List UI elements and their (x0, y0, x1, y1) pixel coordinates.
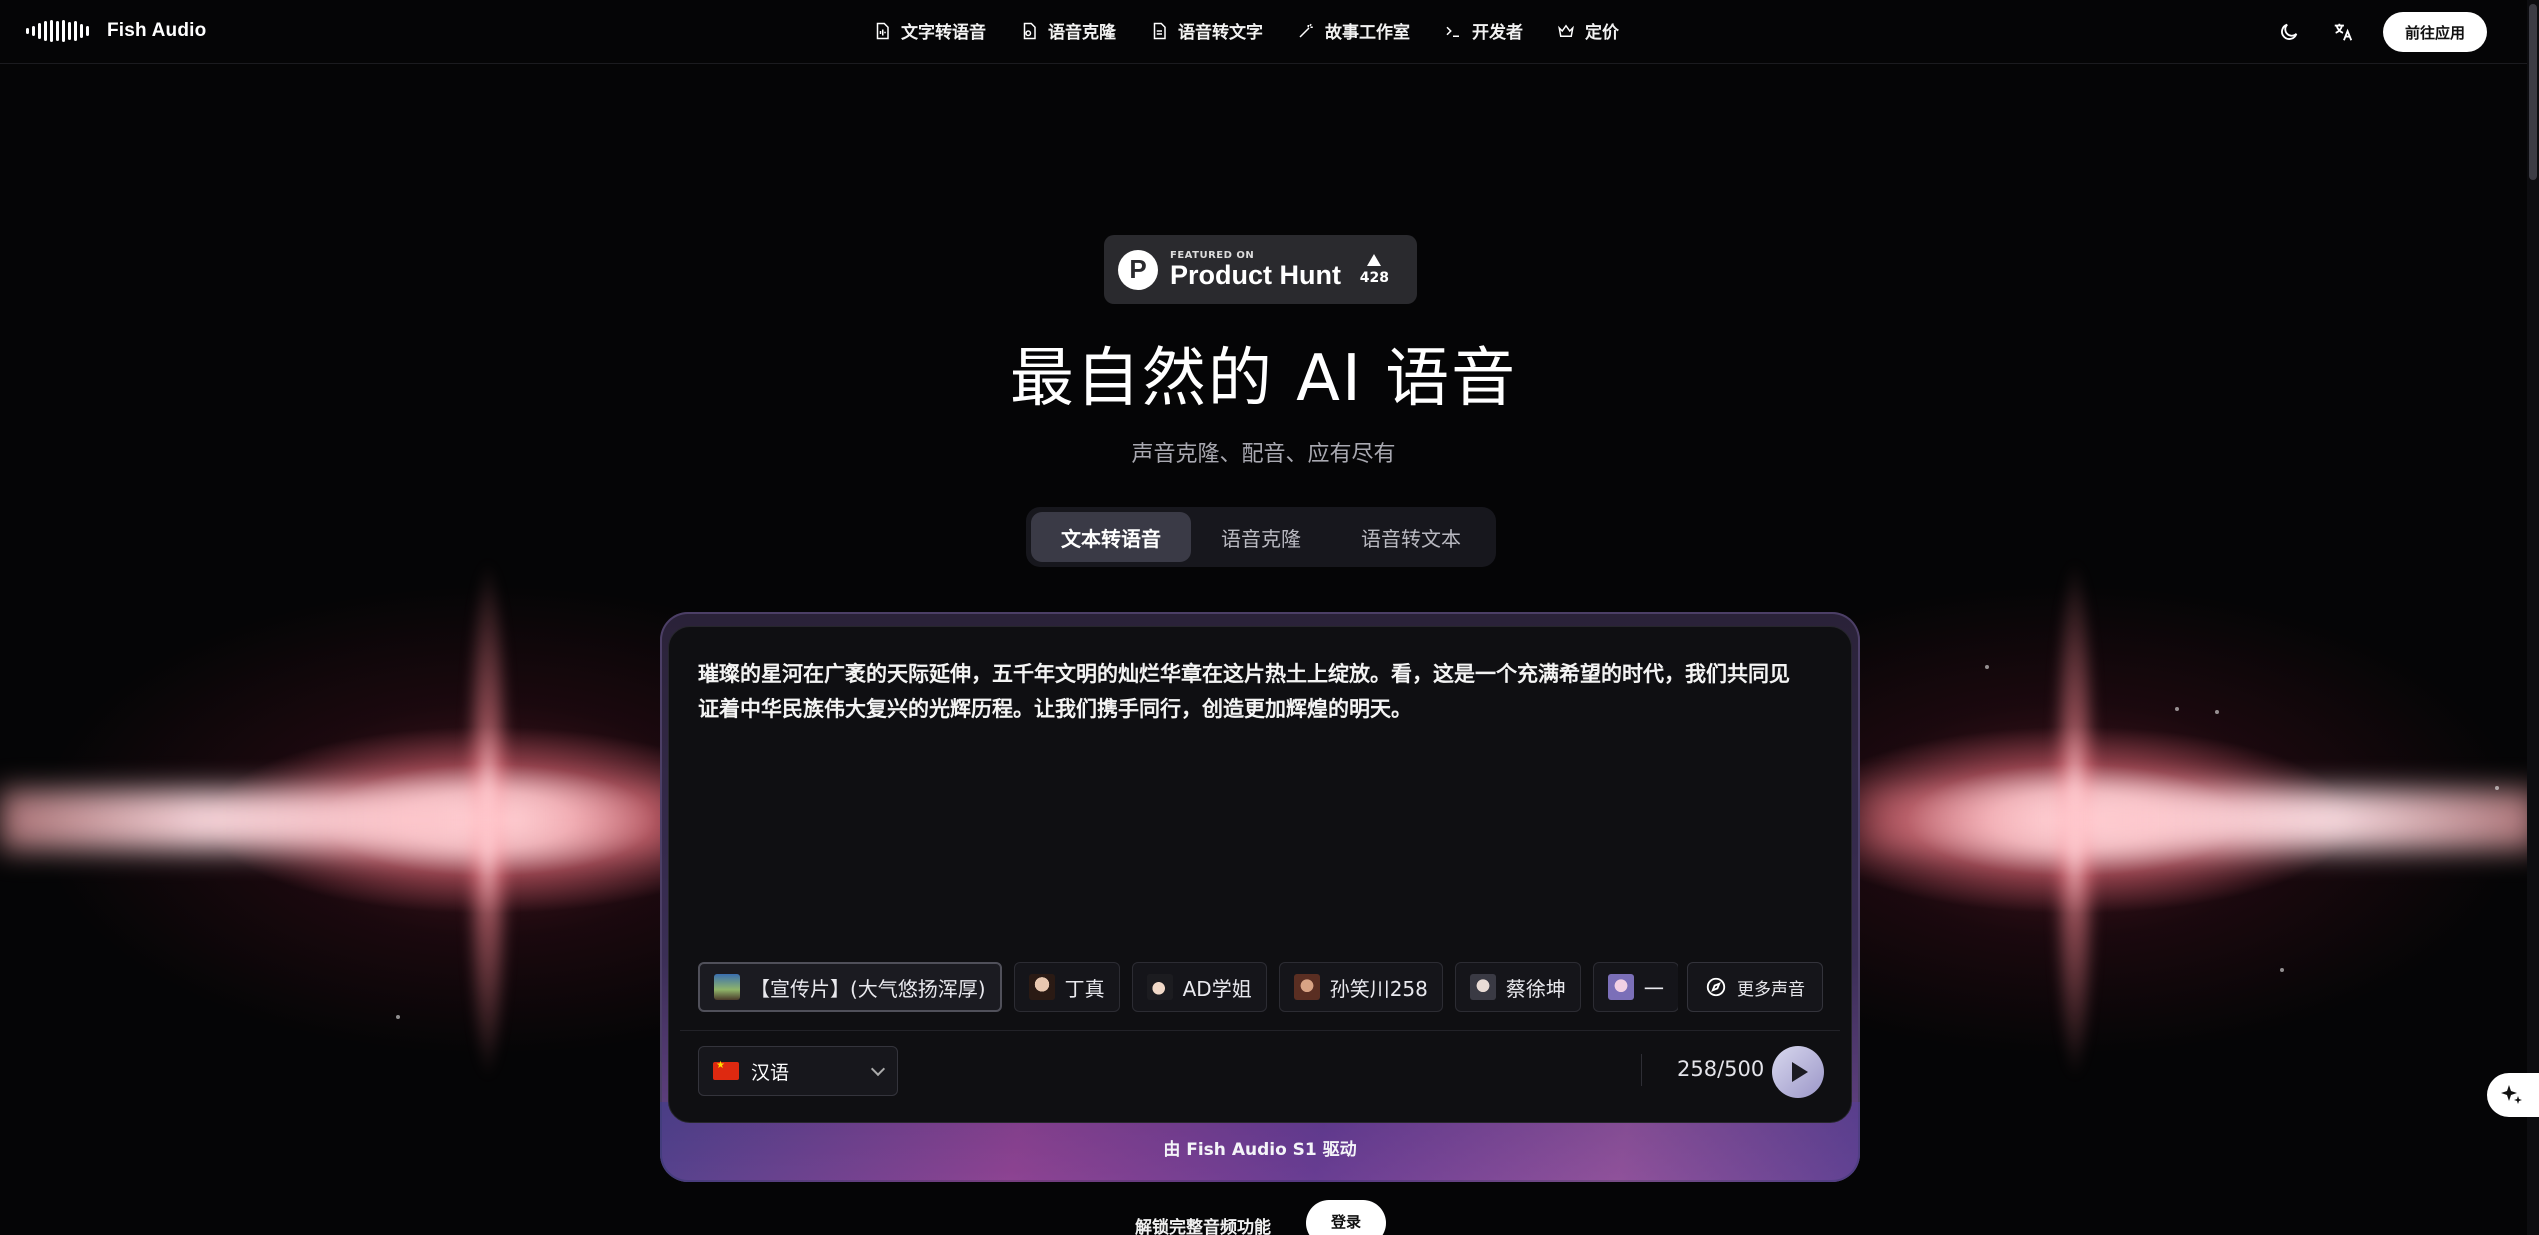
voice-label: 一 (1643, 976, 1664, 1001)
toolbar-divider (1641, 1054, 1642, 1086)
tts-text-input[interactable]: 璀璨的星河在广袤的天际延伸，五千年文明的灿烂华章在这片热土上绽放。看，这是一个充… (698, 657, 1810, 727)
voice-chip[interactable]: AD学姐 (1131, 962, 1267, 1012)
login-button[interactable]: 登录 (1306, 1200, 1386, 1235)
nav-item-developers[interactable]: 开发者 (1444, 18, 1523, 43)
nav-item-text-to-speech[interactable]: 文字转语音 (873, 18, 986, 43)
nav-label: 开发者 (1472, 23, 1523, 43)
product-hunt-badge[interactable]: P FEATURED ON Product Hunt 428 (1104, 235, 1417, 304)
nav-label: 语音克隆 (1048, 23, 1116, 43)
nav-label: 故事工作室 (1325, 23, 1410, 43)
voice-chip[interactable]: 【宣传片】(大气悠扬浑厚) (698, 962, 1002, 1012)
nav-label: 语音转文字 (1178, 23, 1263, 43)
brand-name: Fish Audio (107, 20, 207, 41)
document-audio-icon (876, 22, 889, 39)
theme-toggle-button[interactable] (2275, 18, 2303, 46)
play-icon (1792, 1062, 1808, 1082)
chevron-down-icon (870, 1061, 886, 1077)
hero-title: 最自然的 AI 语音 (1009, 342, 1518, 416)
voice-avatar (1028, 974, 1055, 1000)
powered-by-label: 由 Fish Audio S1 驱动 (1163, 1140, 1357, 1160)
voice-chip[interactable]: 孙笑川258 (1278, 962, 1443, 1012)
document-text-icon (1153, 22, 1166, 39)
waveform-logo-icon (26, 18, 89, 44)
language-switch-button[interactable] (2329, 18, 2357, 46)
voice-label: 孙笑川258 (1329, 976, 1428, 1001)
voice-avatar (1607, 974, 1634, 1000)
nav-item-voice-clone[interactable]: 语音克隆 (1020, 18, 1116, 43)
brand-logo[interactable]: Fish Audio (26, 18, 206, 44)
translate-icon (2334, 23, 2353, 41)
voice-chip[interactable]: 蔡徐坤 (1454, 962, 1581, 1012)
nav-label: 定价 (1585, 23, 1619, 43)
tab-voice-clone[interactable]: 语音克隆 (1191, 512, 1331, 562)
voice-selector-list: 【宣传片】(大气悠扬浑厚) 丁真 AD学姐 孙笑川258 蔡徐坤 一 (698, 962, 1678, 1012)
page-scrollbar[interactable] (2527, 0, 2539, 1235)
compass-icon (1706, 977, 1726, 997)
more-voices-button[interactable]: 更多声音 (1687, 962, 1823, 1012)
card-divider (680, 1030, 1840, 1031)
mode-tabs: 文本转语音 语音克隆 语音转文本 (1026, 507, 1496, 567)
product-hunt-logo-icon: P (1118, 249, 1158, 290)
voice-avatar (1293, 974, 1320, 1000)
play-button[interactable] (1772, 1046, 1824, 1098)
ph-featured-on: FEATURED ON (1170, 249, 1255, 261)
main-nav: 文字转语音 语音克隆 语音转文字 故事工作室 开发者 定价 (873, 18, 1619, 43)
voice-label: AD学姐 (1182, 976, 1252, 1001)
voice-label: 丁真 (1064, 976, 1105, 1001)
ph-name: Product Hunt (1170, 259, 1341, 290)
voice-chip[interactable]: 丁真 (1013, 962, 1120, 1012)
voice-chip[interactable]: 一 (1592, 962, 1678, 1012)
top-navbar: Fish Audio 文字转语音 语音克隆 语音转文字 故事工作室 开发者 定价 (0, 0, 2527, 64)
ph-votes: 428 (1359, 253, 1389, 286)
magic-wand-icon (1299, 23, 1313, 38)
hero-subtitle: 声音克隆、配音、应有尽有 (1131, 442, 1396, 467)
nav-item-story-studio[interactable]: 故事工作室 (1297, 18, 1410, 43)
crown-icon (1558, 23, 1574, 37)
china-flag-icon (713, 1060, 739, 1080)
tab-text-to-speech[interactable]: 文本转语音 (1031, 512, 1191, 562)
nav-label: 文字转语音 (901, 23, 986, 43)
voice-avatar (714, 974, 740, 1000)
scrollbar-thumb[interactable] (2529, 4, 2537, 180)
tab-speech-to-text[interactable]: 语音转文本 (1331, 512, 1491, 562)
ai-assistant-button[interactable] (2487, 1073, 2539, 1117)
unlock-audio-text: 解锁完整音频功能 (1135, 1218, 1271, 1235)
voice-label: 【宣传片】(大气悠扬浑厚) (750, 976, 986, 1001)
voice-avatar (1146, 974, 1173, 1000)
nav-item-speech-to-text[interactable]: 语音转文字 (1150, 18, 1263, 43)
terminal-icon (1446, 26, 1459, 37)
nav-item-pricing[interactable]: 定价 (1557, 18, 1619, 43)
ph-vote-count: 428 (1359, 269, 1389, 286)
character-count: 258/500 (1677, 1057, 1765, 1081)
sparkle-icon (2501, 1085, 2522, 1104)
go-to-app-button[interactable]: 前往应用 (2382, 12, 2487, 52)
moon-icon (2281, 23, 2298, 40)
more-voices-label: 更多声音 (1737, 979, 1805, 1000)
top-right-actions: 前往应用 (2275, 12, 2487, 52)
clone-file-icon (1023, 22, 1036, 39)
upvote-arrow-icon (1367, 253, 1382, 266)
language-label: 汉语 (751, 1061, 790, 1084)
voice-label: 蔡徐坤 (1505, 976, 1566, 1001)
voice-avatar (1469, 974, 1496, 1000)
language-select[interactable]: 汉语 (698, 1046, 898, 1096)
